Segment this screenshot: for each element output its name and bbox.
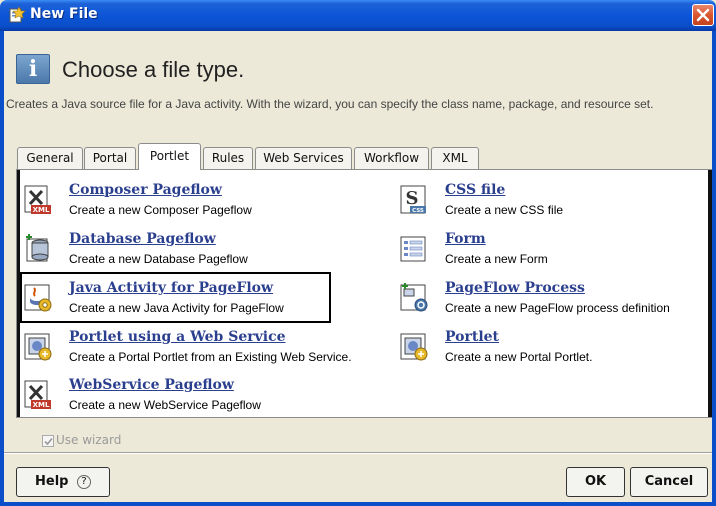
- file-type-portlet[interactable]: Portlet Create a new Portal Portlet.: [398, 329, 698, 375]
- item-description: Create a new Java Activity for PageFlow: [69, 301, 284, 315]
- file-type-css-file[interactable]: S CSS CSS file Create a new CSS file: [398, 182, 698, 228]
- file-type-portlet-using-web-service[interactable]: Portlet using a Web Service Create a Por…: [22, 329, 392, 375]
- css-file-icon: S CSS: [398, 184, 430, 216]
- item-label[interactable]: WebService Pageflow: [69, 377, 234, 393]
- item-description: Create a new Portal Portlet.: [445, 350, 593, 364]
- title-bar[interactable]: New File: [0, 0, 716, 31]
- ok-button[interactable]: OK: [566, 467, 625, 497]
- window-frame-right: [712, 31, 716, 506]
- new-file-wizard-icon: [8, 6, 26, 24]
- item-description: Create a new Composer Pageflow: [69, 203, 252, 217]
- help-button[interactable]: Help ?: [16, 467, 110, 497]
- file-type-form[interactable]: Form Create a new Form: [398, 231, 698, 277]
- item-label[interactable]: Portlet: [445, 329, 499, 345]
- file-type-composer-pageflow[interactable]: XML Composer Pageflow Create a new Compo…: [22, 182, 322, 228]
- xml-badge: XML: [33, 401, 50, 409]
- item-description: Create a Portal Portlet from an Existing…: [69, 350, 352, 364]
- help-icon: ?: [77, 475, 91, 489]
- tab-rules[interactable]: Rules: [203, 147, 253, 169]
- tab-portlet[interactable]: Portlet: [138, 143, 201, 170]
- item-description: Create a new Form: [445, 252, 548, 266]
- item-label[interactable]: Database Pageflow: [69, 231, 216, 247]
- database-pageflow-icon: [22, 233, 54, 265]
- file-type-description: Creates a Java source file for a Java ac…: [6, 97, 654, 111]
- tab-general[interactable]: General: [17, 147, 83, 169]
- item-label[interactable]: Composer Pageflow: [69, 182, 222, 198]
- checkmark-icon: [44, 437, 53, 446]
- item-description: Create a new WebService Pageflow: [69, 398, 261, 412]
- pageflow-process-icon: [398, 282, 430, 314]
- tab-workflow[interactable]: Workflow: [354, 147, 429, 169]
- use-wizard-label: Use wizard: [56, 433, 122, 447]
- item-description: Create a new Database Pageflow: [69, 252, 248, 266]
- window-frame-bottom: [0, 502, 716, 506]
- item-label[interactable]: Portlet using a Web Service: [69, 329, 286, 345]
- item-label[interactable]: PageFlow Process: [445, 280, 585, 296]
- java-activity-icon: [22, 282, 54, 314]
- footer-divider-highlight: [4, 453, 712, 454]
- svg-text:S: S: [406, 188, 419, 209]
- xml-document-icon: XML: [22, 379, 54, 411]
- file-type-database-pageflow[interactable]: Database Pageflow Create a new Database …: [22, 231, 322, 277]
- item-description: Create a new PageFlow process definition: [445, 301, 670, 315]
- file-type-pageflow-process[interactable]: PageFlow Process Create a new PageFlow p…: [398, 280, 710, 326]
- portlet-web-service-icon: [22, 331, 54, 363]
- info-icon: i: [16, 54, 50, 84]
- css-badge: CSS: [412, 208, 424, 214]
- portlet-icon: [398, 331, 430, 363]
- tab-web-services[interactable]: Web Services: [255, 147, 352, 169]
- xml-badge: XML: [33, 206, 50, 214]
- close-icon: [696, 8, 710, 22]
- item-label[interactable]: Form: [445, 231, 486, 247]
- page-title: Choose a file type.: [62, 57, 245, 82]
- item-label[interactable]: CSS file: [445, 182, 505, 198]
- item-description: Create a new CSS file: [445, 203, 564, 217]
- item-label[interactable]: Java Activity for PageFlow: [69, 280, 273, 296]
- file-type-webservice-pageflow[interactable]: XML WebService Pageflow Create a new Web…: [22, 377, 322, 423]
- tab-portal[interactable]: Portal: [84, 147, 136, 169]
- close-button[interactable]: [692, 4, 714, 26]
- file-type-java-activity-for-pageflow[interactable]: Java Activity for PageFlow Create a new …: [22, 280, 322, 326]
- form-icon: [398, 233, 430, 265]
- checkbox[interactable]: [42, 435, 54, 447]
- window-title: New File: [30, 6, 98, 22]
- tab-xml[interactable]: XML: [431, 147, 479, 169]
- help-button-label: Help: [35, 474, 69, 489]
- xml-document-icon: XML: [22, 184, 54, 216]
- cancel-button[interactable]: Cancel: [630, 467, 708, 497]
